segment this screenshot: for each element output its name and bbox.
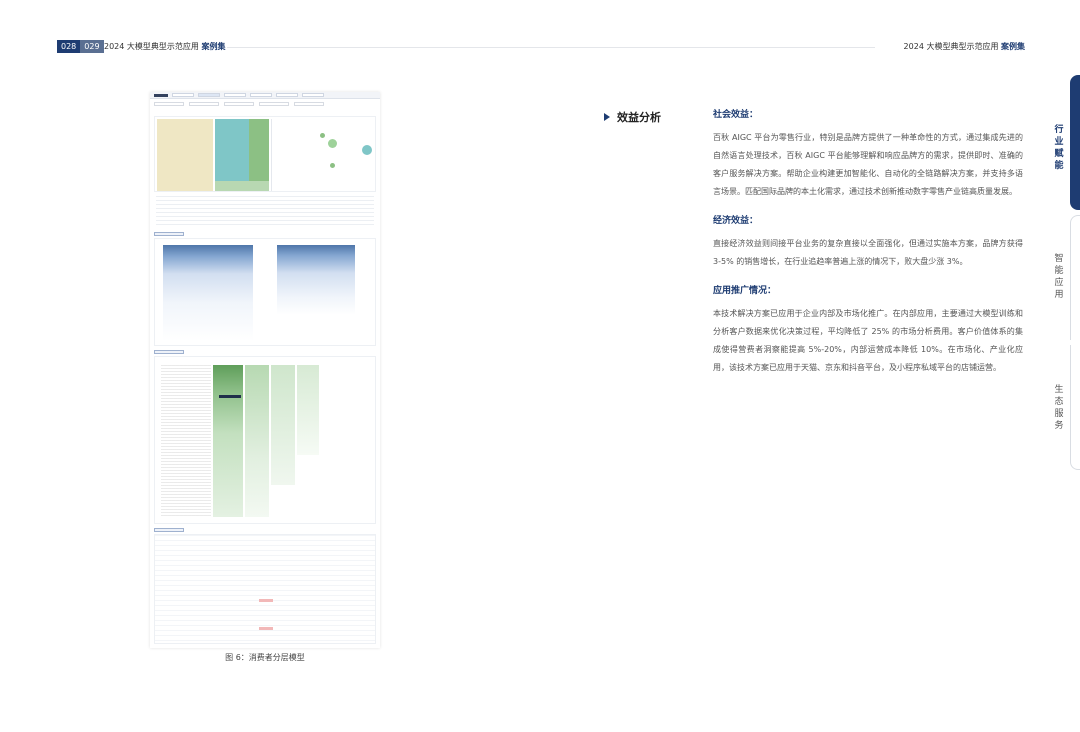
header-rule [227,47,875,48]
triangle-icon [604,113,610,121]
header-title-left: 2024 大模型典型示范应用 案例集 [104,42,226,51]
benefit-content: 社会效益： 百秋 AIGC 平台为零售行业，特别是品牌方提供了一种革命性的方式，… [713,107,1023,389]
side-tab-industry-bg[interactable] [1070,75,1080,210]
detail-table [154,534,376,644]
blue-heatmap-section [154,238,376,346]
bubble-chart [271,119,375,191]
treemap-section [154,116,376,192]
economic-heading: 经济效益： [713,216,759,226]
heatmap-green-col4 [297,365,319,455]
heatmap-right [277,245,355,315]
treemap-block-light [215,181,269,191]
side-tab-ecosystem-bg[interactable] [1070,345,1080,470]
heatmap-green-col2 [245,365,269,517]
dashboard-screenshot [150,92,380,648]
header-title-right: 2024 大模型典型示范应用 案例集 [903,42,1025,51]
treemap-block-teal [215,119,249,181]
side-tab-apps-bg[interactable] [1070,215,1080,340]
treemap-block-green [249,119,269,181]
page-number-left: 028 [57,40,81,53]
promotion-heading: 应用推广情况： [713,286,777,296]
social-heading: 社会效益： [713,110,759,120]
dashboard-logo [154,93,168,97]
side-tab-apps[interactable]: 智能应用 [1052,253,1066,301]
treemap-block-beige [157,119,213,191]
economic-text: 直接经济效益则间接平台业务的复杂直接以全面强化，但通过实施本方案，品牌方获得 3… [713,239,1023,266]
section-tag-4 [154,528,184,532]
page-number-right: 029 [80,40,104,53]
social-text: 百秋 AIGC 平台为零售行业，特别是品牌方提供了一种革命性的方式，通过集成先进… [713,133,1023,196]
side-tab-ecosystem[interactable]: 生态服务 [1052,384,1066,432]
dashboard-filters [150,99,380,113]
heatmap-green-col3 [271,365,295,485]
figure-caption: 图 6：消费者分层模型 [225,653,305,662]
side-tab-industry[interactable]: 行业赋能 [1052,124,1066,172]
dashboard-navbar [150,92,380,99]
heatmap-green-col1 [213,365,243,517]
green-heatmap-section [154,356,376,524]
page-numbers: 028 029 [57,40,104,53]
promotion-text: 本技术解决方案已应用于企业内部及市场化推广。在内部应用，主要通过大模型训练和分析… [713,309,1023,372]
section-label: 效益分析 [604,109,661,125]
page-header: 028 029 2024 大模型典型示范应用 案例集 2024 大模型典型示范应… [57,40,1025,54]
heatmap-left [163,245,253,341]
section-tag-3 [154,350,184,354]
section-tag-2 [154,232,184,236]
